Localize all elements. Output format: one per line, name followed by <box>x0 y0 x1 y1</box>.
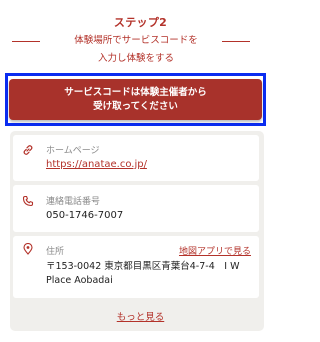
phone-icon <box>22 195 34 207</box>
address-line-2: Place Aobadai <box>46 275 113 286</box>
service-code-button-line-2: 受け取ってください <box>93 100 178 112</box>
divider-left <box>12 41 40 42</box>
location-pin-icon <box>23 243 33 255</box>
instruction-line-1: 体験場所でサービスコードを <box>74 35 198 46</box>
instruction-line-2: 入力し体験をする <box>97 53 174 64</box>
step-instruction: 体験場所でサービスコードを 入力し体験をする <box>52 32 220 68</box>
map-app-link[interactable]: 地図アプリで見る <box>179 244 251 257</box>
homepage-card: ホームページ https://anatae.co.jp/ <box>13 135 259 181</box>
service-code-button[interactable]: サービスコードは体験主催者から 受け取ってください <box>9 79 262 120</box>
see-more-link[interactable]: もっと見る <box>0 309 281 323</box>
step-title: ステップ2 <box>113 16 168 29</box>
link-icon <box>23 145 33 155</box>
phone-card: 連絡電話番号 050-1746-7007 <box>13 185 259 232</box>
address-label: 住所 <box>46 247 65 257</box>
address-card: 住所 地図アプリで見る 〒153-0042 東京都目黒区青葉台4-7-4 I W… <box>13 236 259 298</box>
homepage-label: ホームページ <box>46 146 100 156</box>
phone-number[interactable]: 050-1746-7007 <box>46 210 123 221</box>
homepage-link[interactable]: https://anatae.co.jp/ <box>46 159 147 170</box>
address-line-1: 〒153-0042 東京都目黒区青葉台4-7-4 I W <box>46 261 240 272</box>
phone-label: 連絡電話番号 <box>46 197 101 207</box>
divider-right <box>222 41 250 42</box>
service-code-button-line-1: サービスコードは体験主催者から <box>64 86 207 98</box>
address-text: 〒153-0042 東京都目黒区青葉台4-7-4 I W Place Aobad… <box>46 260 251 288</box>
